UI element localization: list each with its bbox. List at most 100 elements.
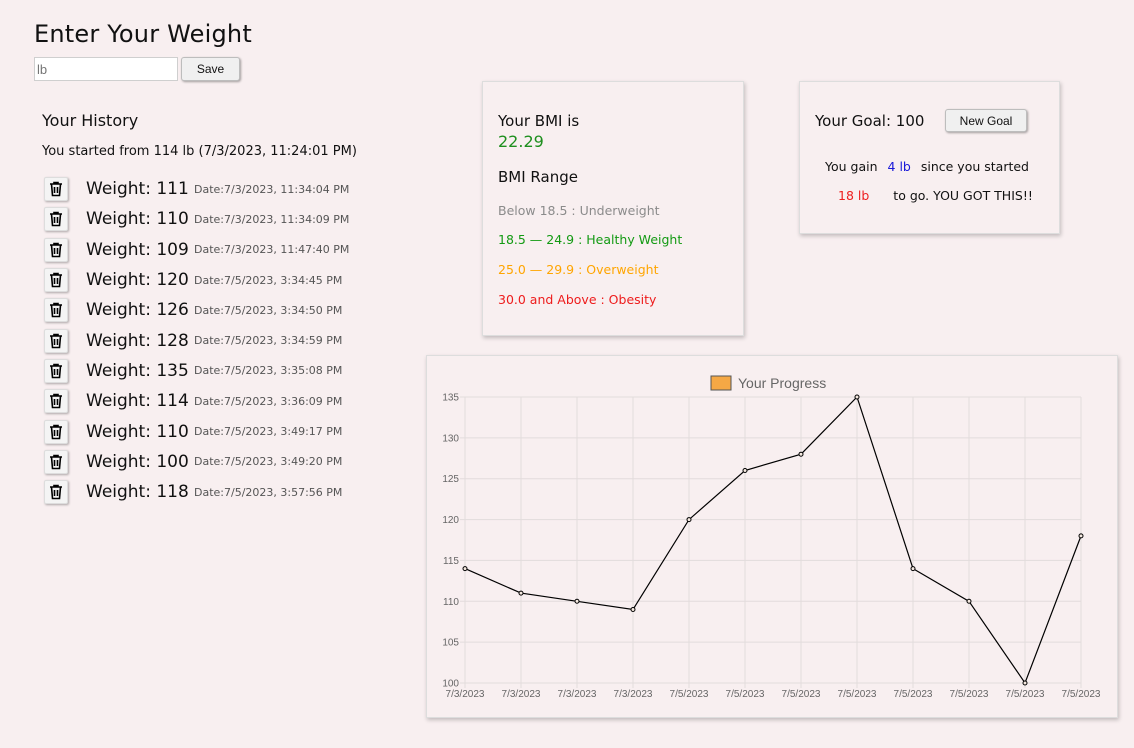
gain-line: You gain 4 lb since you started: [825, 159, 1029, 174]
y-tick-label: 100: [442, 679, 459, 690]
data-point: [630, 606, 636, 612]
data-point: [966, 598, 972, 604]
history-item: Weight: 110 Date:7/3/2023, 11:34:09 PM: [44, 204, 349, 234]
x-tick-label: 7/5/2023: [838, 689, 877, 700]
delete-button[interactable]: [44, 419, 68, 444]
started-text: You started from 114 lb (7/3/2023, 11:24…: [42, 144, 357, 159]
history-weight: Weight: 126: [86, 300, 189, 321]
y-tick-label: 135: [442, 393, 459, 404]
progress-chart: Your Progress 100 105 110 115 120 125 130 135 7…: [442, 375, 1101, 700]
history-item: Weight: 135 Date:7/5/2023, 3:35:08 PM: [44, 356, 349, 386]
x-tick-label: 7/3/2023: [614, 689, 653, 700]
history-item: Weight: 110 Date:7/5/2023, 3:49:17 PM: [44, 416, 349, 446]
history-date: Date:7/5/2023, 3:35:08 PM: [194, 364, 343, 378]
delete-button[interactable]: [44, 480, 68, 505]
history-date: Date:7/3/2023, 11:47:40 PM: [194, 243, 350, 257]
data-point: [910, 566, 916, 572]
history-item: Weight: 111 Date:7/3/2023, 11:34:04 PM: [44, 174, 349, 204]
save-button[interactable]: Save: [181, 57, 240, 81]
history-item: Weight: 109 Date:7/3/2023, 11:47:40 PM: [44, 235, 349, 265]
history-weight: Weight: 109: [86, 239, 189, 260]
history-weight: Weight: 100: [86, 451, 189, 472]
history-date: Date:7/5/2023, 3:57:56 PM: [194, 485, 343, 499]
delete-button[interactable]: [44, 177, 68, 202]
y-tick-label: 110: [443, 597, 459, 608]
delete-button[interactable]: [44, 268, 68, 293]
delete-button[interactable]: [44, 207, 68, 232]
history-weight: Weight: 118: [86, 482, 189, 503]
bmi-range-overweight: 25.0 — 29.9 : Overweight: [498, 262, 659, 277]
x-tick-label: 7/3/2023: [502, 689, 541, 700]
history-item: Weight: 100 Date:7/5/2023, 3:49:20 PM: [44, 447, 349, 477]
y-tick-label: 115: [443, 556, 459, 567]
history-item: Weight: 128 Date:7/5/2023, 3:34:59 PM: [44, 325, 349, 355]
history-weight: Weight: 110: [86, 421, 189, 442]
x-tick-label: 7/5/2023: [1006, 689, 1045, 700]
delete-button[interactable]: [44, 358, 68, 383]
delete-button[interactable]: [44, 328, 68, 353]
x-tick-label: 7/3/2023: [558, 689, 597, 700]
x-tick-label: 7/5/2023: [950, 689, 989, 700]
history-date: Date:7/5/2023, 3:49:20 PM: [194, 455, 343, 469]
bmi-range-underweight: Below 18.5 : Underweight: [498, 203, 660, 218]
history-weight: Weight: 128: [86, 330, 189, 351]
bmi-range-obesity: 30.0 and Above : Obesity: [498, 292, 657, 307]
history-weight: Weight: 111: [86, 179, 189, 200]
trash-icon: [50, 424, 62, 439]
trash-icon: [50, 484, 62, 500]
bmi-value: 22.29: [498, 132, 544, 151]
history-item: Weight: 120 Date:7/5/2023, 3:34:45 PM: [44, 265, 349, 295]
data-point: [518, 590, 524, 596]
history-list: Weight: 111 Date:7/3/2023, 11:34:04 PM W…: [44, 174, 349, 507]
y-tick-label: 105: [442, 638, 459, 649]
trash-icon: [50, 333, 62, 348]
history-item: Weight: 126 Date:7/5/2023, 3:34:50 PM: [44, 295, 349, 325]
gain-amount: 4 lb: [887, 159, 911, 174]
history-weight: Weight: 135: [86, 360, 189, 381]
new-goal-button[interactable]: New Goal: [945, 109, 1027, 132]
trash-icon: [50, 181, 62, 197]
x-tick-label: 7/5/2023: [1062, 689, 1101, 700]
legend-swatch: [710, 375, 732, 391]
delete-button[interactable]: [44, 389, 68, 414]
history-title: Your History: [42, 111, 139, 130]
x-tick-label: 7/5/2023: [670, 689, 709, 700]
history-weight: Weight: 120: [86, 270, 189, 291]
legend-label: Your Progress: [738, 375, 826, 391]
history-date: Date:7/5/2023, 3:34:50 PM: [194, 303, 343, 317]
gain-prefix: You gain: [825, 159, 878, 174]
progress-chart-card: Your Progress 100 105 110 115 120 125 130 135 7…: [426, 355, 1118, 718]
history-weight: Weight: 110: [86, 209, 189, 230]
history-item: Weight: 114 Date:7/5/2023, 3:36:09 PM: [44, 386, 349, 416]
y-tick-label: 130: [442, 433, 459, 444]
trash-icon: [50, 303, 62, 318]
data-point: [574, 598, 580, 604]
togo-line: 18 lb to go. YOU GOT THIS!!: [838, 188, 1033, 203]
bmi-range-healthy: 18.5 — 24.9 : Healthy Weight: [498, 232, 683, 247]
delete-button[interactable]: [44, 237, 68, 262]
history-date: Date:7/5/2023, 3:34:45 PM: [194, 273, 343, 287]
bmi-card: Your BMI is 22.29 BMI Range Below 18.5 :…: [482, 81, 744, 336]
bmi-range-heading: BMI Range: [498, 168, 578, 186]
trash-icon: [50, 363, 62, 379]
page-title: Enter Your Weight: [34, 20, 252, 48]
x-tick-label: 7/5/2023: [726, 689, 765, 700]
goal-title: Your Goal: 100: [815, 112, 925, 130]
delete-button[interactable]: [44, 298, 68, 323]
x-tick-label: 7/3/2023: [446, 689, 485, 700]
data-point: [1078, 533, 1084, 539]
history-date: Date:7/5/2023, 3:34:59 PM: [194, 334, 343, 348]
history-item: Weight: 118 Date:7/5/2023, 3:57:56 PM: [44, 477, 349, 507]
togo-suffix: to go. YOU GOT THIS!!: [893, 188, 1033, 203]
data-point: [742, 468, 748, 474]
history-date: Date:7/3/2023, 11:34:09 PM: [194, 212, 350, 226]
togo-amount: 18 lb: [838, 188, 870, 203]
delete-button[interactable]: [44, 449, 68, 474]
x-tick-label: 7/5/2023: [894, 689, 933, 700]
trash-icon: [50, 212, 62, 227]
history-date: Date:7/5/2023, 3:49:17 PM: [194, 425, 343, 439]
y-tick-label: 125: [442, 474, 459, 485]
history-date: Date:7/5/2023, 3:36:09 PM: [194, 394, 343, 408]
bmi-heading: Your BMI is: [498, 112, 580, 130]
weight-input[interactable]: [34, 57, 178, 81]
